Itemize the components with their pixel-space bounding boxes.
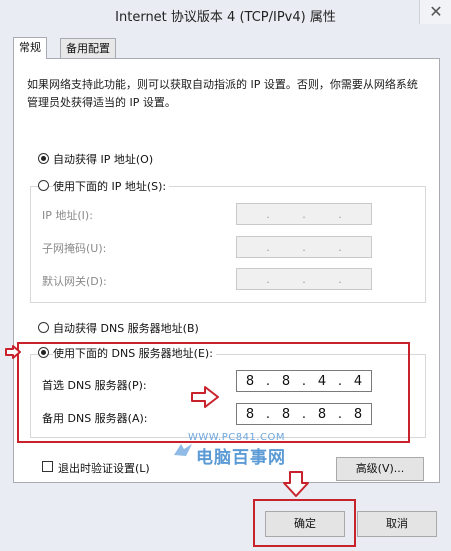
default-gateway-label: 默认网关(D): bbox=[42, 275, 107, 288]
close-icon: ✕ bbox=[429, 2, 443, 21]
watermark-url: WWW.PC841.COM bbox=[188, 432, 285, 443]
window-title: Internet 协议版本 4 (TCP/IPv4) 属性 bbox=[115, 10, 336, 25]
description-text: 如果网络支持此功能，则可以获取自动指派的 IP 设置。否则，你需要从网络系统管理… bbox=[27, 78, 418, 109]
arrow-right-icon bbox=[191, 386, 219, 408]
auto-ip-radio[interactable] bbox=[38, 153, 49, 164]
ok-highlight-box bbox=[253, 499, 356, 547]
arrow-right-icon bbox=[5, 345, 21, 359]
ip-address-label: IP 地址(I): bbox=[42, 209, 93, 222]
arrow-down-icon bbox=[283, 471, 309, 497]
ip-address-input[interactable]: ... bbox=[236, 203, 372, 225]
subnet-mask-label: 子网掩码(U): bbox=[42, 242, 107, 255]
subnet-mask-input[interactable]: ... bbox=[236, 236, 372, 258]
auto-dns-label[interactable]: 自动获得 DNS 服务器地址(B) bbox=[53, 320, 199, 336]
auto-dns-radio[interactable] bbox=[38, 322, 49, 333]
manual-ip-radio[interactable] bbox=[38, 180, 49, 191]
tab-general[interactable]: 常规 bbox=[13, 37, 47, 59]
watermark-text: 电脑百事网 bbox=[196, 448, 286, 468]
watermark-logo-icon bbox=[174, 444, 192, 456]
advanced-button[interactable]: 高级(V)... bbox=[336, 457, 424, 481]
manual-ip-label[interactable]: 使用下面的 IP 地址(S): bbox=[53, 178, 170, 194]
default-gateway-input[interactable]: ... bbox=[236, 268, 372, 290]
close-button[interactable]: ✕ bbox=[419, 0, 451, 24]
validate-checkbox[interactable] bbox=[42, 461, 53, 472]
auto-ip-label[interactable]: 自动获得 IP 地址(O) bbox=[53, 151, 153, 167]
cancel-button[interactable]: 取消 bbox=[357, 511, 437, 537]
tab-alternate-config[interactable]: 备用配置 bbox=[60, 38, 116, 58]
validate-label[interactable]: 退出时验证设置(L) bbox=[58, 460, 150, 476]
